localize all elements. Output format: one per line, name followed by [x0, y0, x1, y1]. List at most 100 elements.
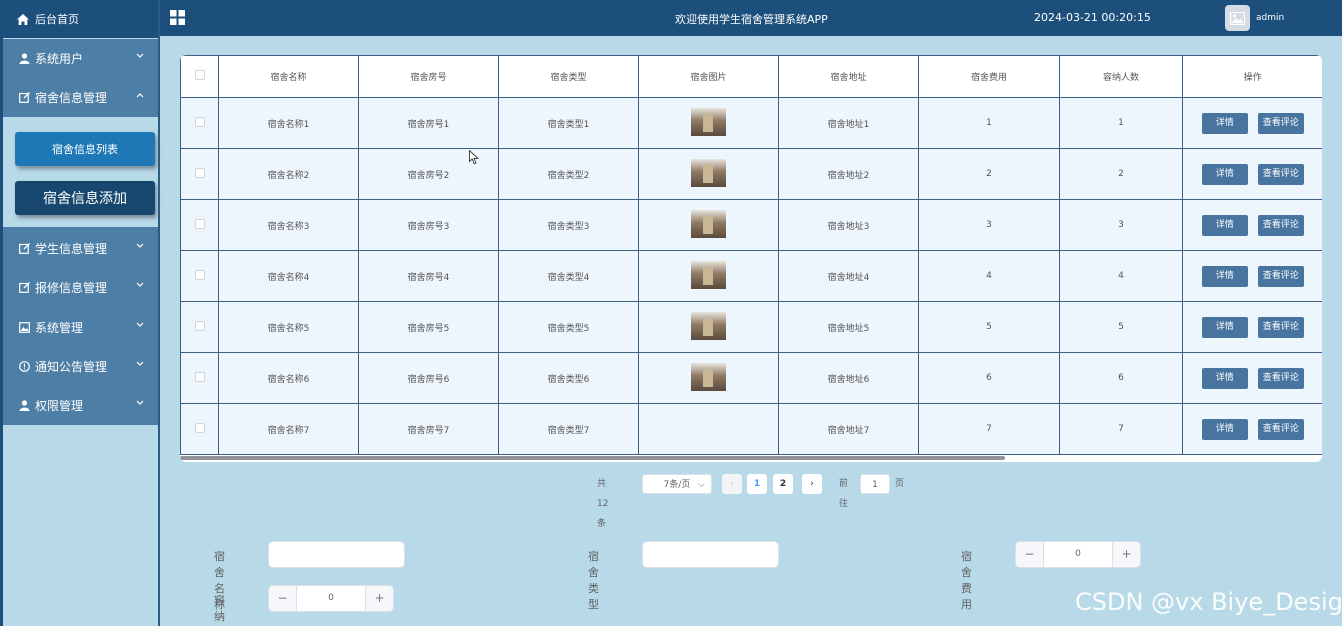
view-comments-button[interactable]: 查看评论: [1257, 214, 1304, 236]
next-page-button[interactable]: ›: [802, 474, 822, 494]
dorm-fee-stepper[interactable]: − 0 +: [1015, 541, 1141, 568]
view-comments-button[interactable]: 查看评论: [1257, 112, 1304, 134]
view-comments-button[interactable]: 查看评论: [1257, 367, 1304, 389]
row-checkbox[interactable]: [194, 167, 205, 178]
cell-room: 宿舍房号5: [358, 301, 499, 353]
dorm-type-input[interactable]: [642, 541, 779, 568]
row-checkbox[interactable]: [194, 422, 205, 433]
chevron-down-icon: [136, 322, 144, 327]
sidebar-home[interactable]: 后台首页: [3, 0, 158, 38]
row-checkbox[interactable]: [194, 218, 205, 229]
dorm-name-input[interactable]: [268, 541, 405, 568]
fee-decrement-button[interactable]: −: [1016, 542, 1044, 567]
detail-button[interactable]: 详情: [1201, 265, 1248, 287]
chevron-down-icon: [136, 243, 144, 248]
sidebar-item-notice[interactable]: 通知公告管理: [3, 347, 158, 386]
chevron-up-icon: [136, 93, 144, 98]
table-row: 宿舍名称3 宿舍房号3 宿舍类型3 宿舍地址3 3 3 详情 查看评论: [180, 199, 1322, 251]
cell-actions: 详情 查看评论: [1182, 250, 1322, 302]
table-row: 宿舍名称1 宿舍房号1 宿舍类型1 宿舍地址1 1 1 详情 查看评论: [180, 97, 1322, 149]
cell-fee: 7: [918, 403, 1060, 455]
fee-value[interactable]: 0: [1044, 542, 1112, 567]
row-select-cell: [180, 148, 219, 200]
cell-type: 宿舍类型2: [498, 148, 639, 200]
sidebar-item-student-info[interactable]: 学生信息管理: [3, 229, 158, 268]
horizontal-scrollbar[interactable]: [180, 456, 1005, 460]
sidebar: 后台首页 系统用户 宿舍信息管理 宿舍信息列表 宿舍信息添加 学生信息管理 报修…: [0, 0, 160, 626]
detail-button[interactable]: 详情: [1201, 112, 1248, 134]
cell-name: 宿舍名称5: [218, 301, 359, 353]
edit-icon: [17, 91, 31, 105]
sidebar-item-dorm-info[interactable]: 宿舍信息管理: [3, 78, 158, 117]
cell-actions: 详情 查看评论: [1182, 97, 1322, 149]
username[interactable]: admin: [1256, 13, 1284, 23]
dorm-thumbnail[interactable]: [691, 362, 726, 391]
cell-address: 宿舍地址6: [778, 352, 919, 404]
row-select-cell: [180, 250, 219, 302]
cell-type: 宿舍类型6: [498, 352, 639, 404]
page-1-button[interactable]: 1: [747, 474, 767, 494]
capacity-increment-button[interactable]: +: [365, 586, 393, 611]
goto-page-input[interactable]: 1: [860, 474, 890, 494]
cell-capacity: 4: [1059, 250, 1183, 302]
column-header[interactable]: 宿舍地址: [778, 55, 919, 98]
dorm-thumbnail[interactable]: [691, 158, 726, 187]
page-2-button[interactable]: 2: [773, 474, 793, 494]
detail-button[interactable]: 详情: [1201, 418, 1248, 440]
dorm-thumbnail[interactable]: [691, 311, 726, 340]
view-comments-button[interactable]: 查看评论: [1257, 265, 1304, 287]
grid-menu-icon[interactable]: [170, 10, 185, 25]
capacity-stepper[interactable]: − 0 +: [268, 585, 394, 612]
capacity-decrement-button[interactable]: −: [269, 586, 297, 611]
submenu-dorm-list[interactable]: 宿舍信息列表: [15, 132, 155, 166]
sidebar-item-system-management[interactable]: 系统管理: [3, 308, 158, 347]
cell-name: 宿舍名称1: [218, 97, 359, 149]
detail-button[interactable]: 详情: [1201, 214, 1248, 236]
cell-image: [638, 301, 779, 353]
detail-button[interactable]: 详情: [1201, 367, 1248, 389]
fee-increment-button[interactable]: +: [1112, 542, 1140, 567]
column-header[interactable]: 宿舍类型: [498, 55, 639, 98]
detail-button[interactable]: 详情: [1201, 316, 1248, 338]
cell-capacity: 2: [1059, 148, 1183, 200]
edit-icon: [17, 242, 31, 256]
dorm-thumbnail[interactable]: [691, 260, 726, 289]
sidebar-item-system-users[interactable]: 系统用户: [3, 39, 158, 78]
column-header[interactable]: 容纳人数: [1059, 55, 1183, 98]
image-icon: [1230, 11, 1245, 25]
sidebar-item-label: 权限管理: [35, 399, 84, 413]
prev-page-button[interactable]: ‹: [722, 474, 742, 494]
view-comments-button[interactable]: 查看评论: [1257, 418, 1304, 440]
view-comments-button[interactable]: 查看评论: [1257, 316, 1304, 338]
cell-capacity: 5: [1059, 301, 1183, 353]
column-header[interactable]: 宿舍名称: [218, 55, 359, 98]
cell-room: 宿舍房号4: [358, 250, 499, 302]
dorm-thumbnail[interactable]: [691, 209, 726, 238]
capacity-value[interactable]: 0: [297, 586, 365, 611]
page-size-select[interactable]: 7条/页: [642, 474, 712, 494]
sidebar-divider: [158, 0, 160, 626]
row-checkbox[interactable]: [194, 371, 205, 382]
cell-image: [638, 250, 779, 302]
column-header[interactable]: 宿舍费用: [918, 55, 1060, 98]
cell-image: [638, 199, 779, 251]
user-icon: [17, 52, 31, 66]
cell-capacity: 1: [1059, 97, 1183, 149]
submenu-dorm-add[interactable]: 宿舍信息添加: [15, 181, 155, 215]
avatar[interactable]: [1225, 5, 1250, 31]
cell-actions: 详情 查看评论: [1182, 199, 1322, 251]
sidebar-item-permissions[interactable]: 权限管理: [3, 386, 158, 425]
row-checkbox[interactable]: [194, 269, 205, 280]
row-checkbox[interactable]: [194, 320, 205, 331]
cell-name: 宿舍名称2: [218, 148, 359, 200]
detail-button[interactable]: 详情: [1201, 163, 1248, 185]
select-all-checkbox[interactable]: [194, 70, 205, 80]
sidebar-item-repair-info[interactable]: 报修信息管理: [3, 268, 158, 307]
cell-capacity: 6: [1059, 352, 1183, 404]
row-checkbox[interactable]: [194, 116, 205, 127]
cell-actions: 详情 查看评论: [1182, 301, 1322, 353]
dorm-type-label: 宿舍类型: [588, 550, 599, 611]
view-comments-button[interactable]: 查看评论: [1257, 163, 1304, 185]
column-header[interactable]: 宿舍房号: [358, 55, 499, 98]
dorm-thumbnail[interactable]: [691, 107, 726, 136]
